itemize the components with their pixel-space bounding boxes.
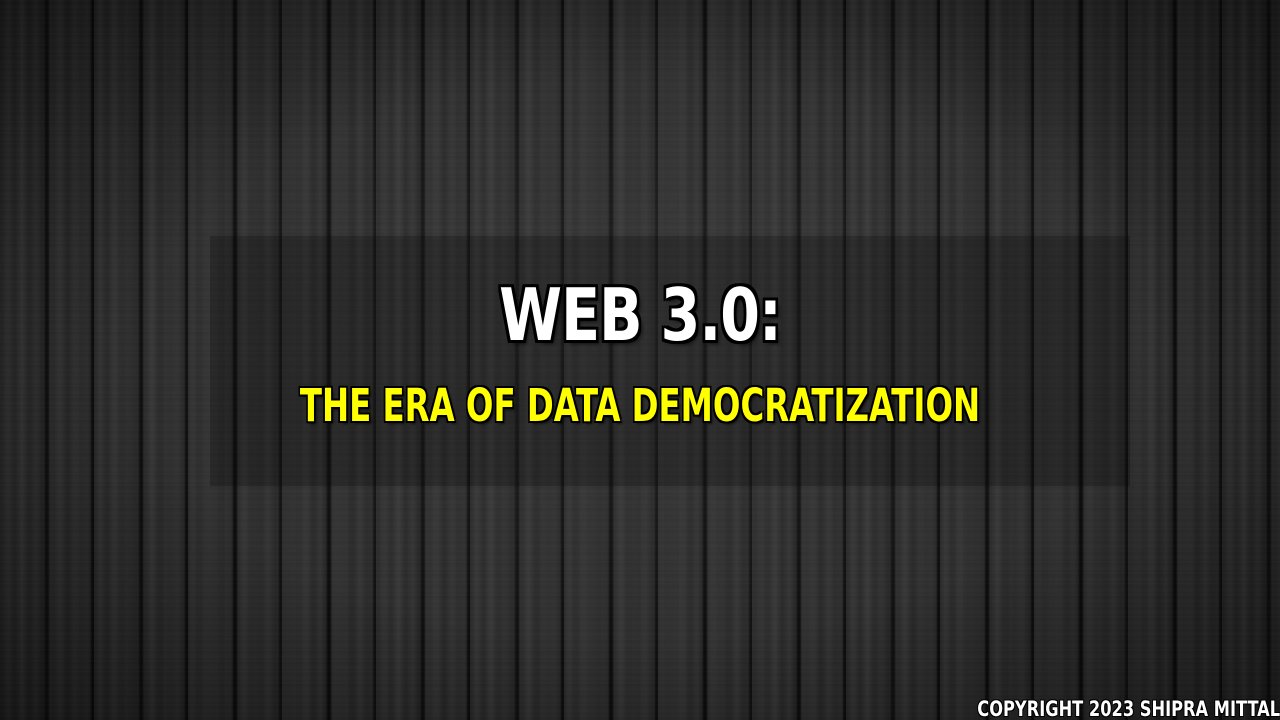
slide-title: WEB 3.0: [499,273,782,357]
copyright-notice: COPYRIGHT 2023 SHIPRA MITTAL [977,697,1280,720]
slide-canvas: WEB 3.0: THE ERA OF DATA DEMOCRATIZATION… [0,0,1280,720]
slide-subtitle: THE ERA OF DATA DEMOCRATIZATION [299,379,981,432]
